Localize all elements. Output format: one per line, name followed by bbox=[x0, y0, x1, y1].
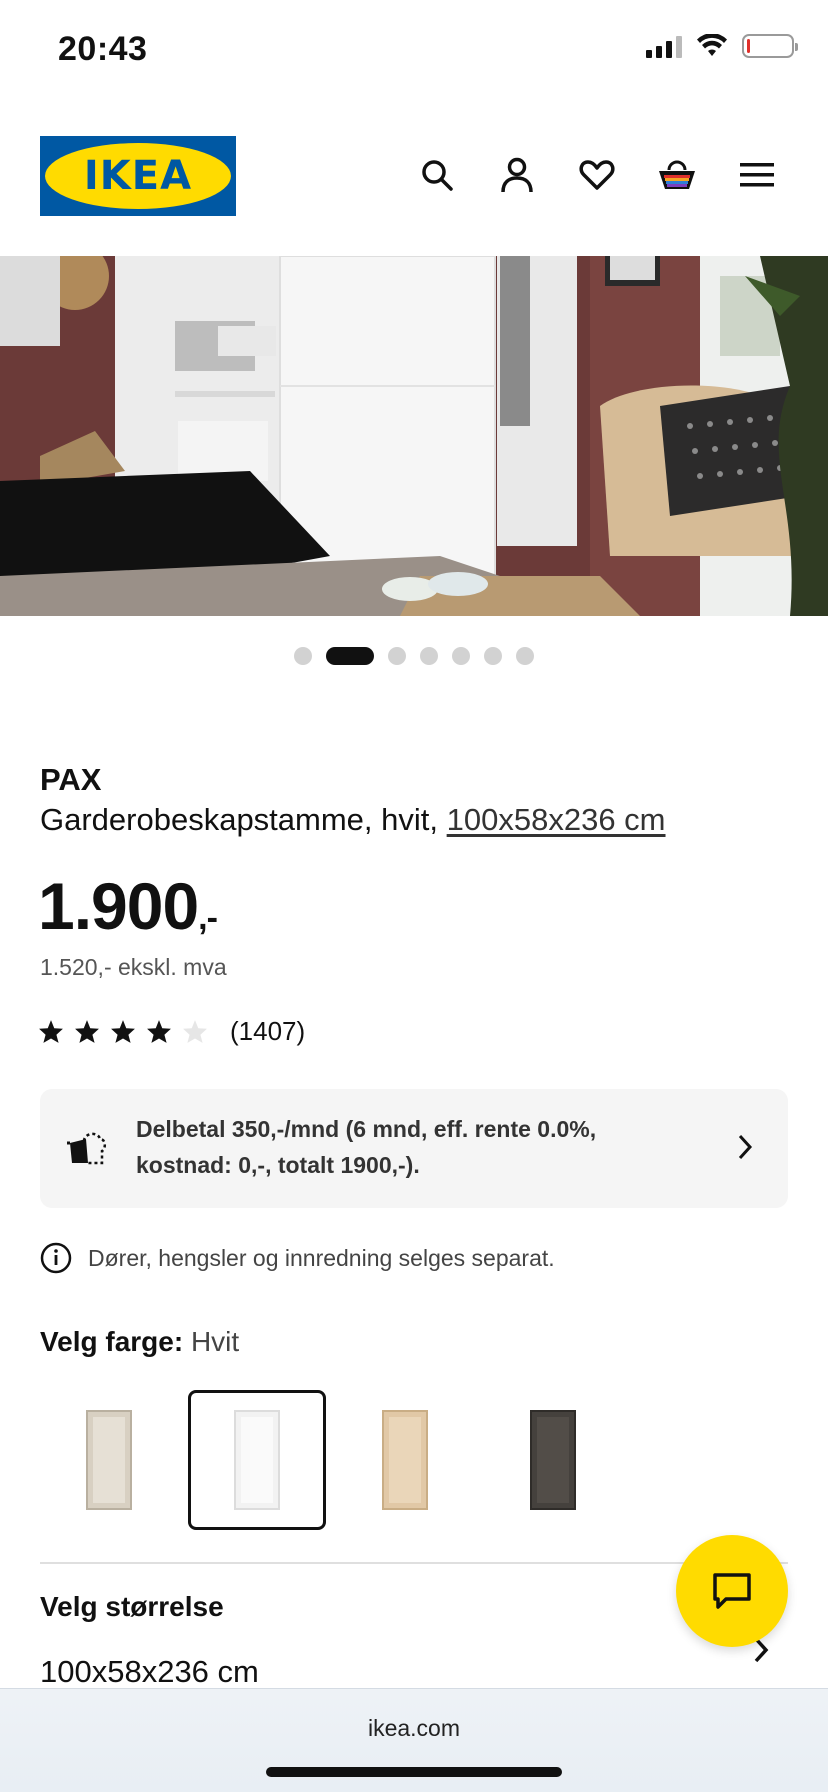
star-icon bbox=[75, 1020, 99, 1043]
wardrobe-thumbnail bbox=[382, 1410, 428, 1510]
star-icon bbox=[147, 1020, 171, 1043]
info-note: Dører, hengsler og innredning selges sep… bbox=[40, 1242, 555, 1274]
wifi-icon bbox=[697, 34, 727, 56]
product-description: Garderobeskapstamme, hvit, 100x58x236 cm bbox=[40, 802, 666, 838]
divider bbox=[40, 1562, 788, 1564]
carousel-dots bbox=[0, 647, 828, 665]
payment-icon bbox=[67, 1132, 106, 1165]
color-label-text: Velg farge: bbox=[40, 1326, 184, 1357]
rating-stars bbox=[38, 1019, 208, 1044]
color-swatches bbox=[40, 1390, 622, 1530]
carousel-dot-active[interactable] bbox=[326, 647, 374, 665]
signal-icon bbox=[646, 34, 682, 58]
home-indicator[interactable] bbox=[266, 1767, 562, 1777]
installment-text: Delbetal 350,-/mnd (6 mnd, eff. rente 0.… bbox=[136, 1116, 597, 1178]
price: 1.900,- bbox=[38, 868, 218, 944]
status-time: 20:43 bbox=[58, 30, 148, 68]
size-value[interactable]: 100x58x236 cm bbox=[40, 1654, 259, 1690]
account-icon[interactable] bbox=[494, 152, 540, 198]
status-icons bbox=[646, 34, 798, 58]
carousel-dot[interactable] bbox=[516, 647, 534, 665]
info-icon bbox=[40, 1242, 72, 1274]
browser-bar: ikea.com bbox=[0, 1688, 828, 1792]
carousel-dot[interactable] bbox=[294, 647, 312, 665]
color-swatch[interactable] bbox=[336, 1390, 474, 1530]
wardrobe-thumbnail bbox=[234, 1410, 280, 1510]
battery-level bbox=[747, 39, 750, 53]
price-suffix: ,- bbox=[198, 899, 218, 937]
carousel-dot[interactable] bbox=[484, 647, 502, 665]
size-label: Velg størrelse bbox=[40, 1591, 224, 1622]
ikea-logo[interactable]: IKEA bbox=[40, 136, 236, 216]
dimensions-link[interactable]: 100x58x236 cm bbox=[447, 802, 666, 837]
site-header: IKEA bbox=[0, 100, 828, 255]
price-main: 1.900 bbox=[38, 869, 199, 943]
cart-icon[interactable] bbox=[654, 152, 700, 198]
product-type: Garderobeskapstamme, hvit, bbox=[40, 802, 439, 837]
installment-offer[interactable]: Delbetal 350,-/mnd (6 mnd, eff. rente 0.… bbox=[40, 1089, 788, 1208]
wardrobe-thumbnail bbox=[86, 1410, 132, 1510]
star-icon bbox=[39, 1020, 63, 1043]
color-swatch[interactable] bbox=[40, 1390, 178, 1530]
carousel-dot[interactable] bbox=[420, 647, 438, 665]
color-label: Velg farge: Hvit bbox=[40, 1326, 239, 1358]
rating[interactable]: (1407) bbox=[38, 1016, 305, 1047]
review-count: (1407) bbox=[230, 1016, 306, 1046]
color-value: Hvit bbox=[190, 1326, 240, 1357]
status-bar: 20:43 bbox=[0, 0, 828, 100]
star-empty-icon bbox=[183, 1020, 207, 1043]
logo-text: IKEA bbox=[83, 153, 193, 199]
star-icon bbox=[111, 1020, 135, 1043]
battery-icon bbox=[742, 34, 798, 58]
chat-icon bbox=[713, 1573, 751, 1609]
product-image[interactable] bbox=[0, 256, 828, 616]
logo-ellipse: IKEA bbox=[45, 143, 231, 209]
chevron-right-icon bbox=[738, 1134, 753, 1160]
product-name: PAX bbox=[40, 762, 102, 797]
browser-url[interactable]: ikea.com bbox=[0, 1715, 828, 1742]
carousel-dot[interactable] bbox=[452, 647, 470, 665]
info-text: Dører, hengsler og innredning selges sep… bbox=[88, 1244, 555, 1271]
color-swatch-selected[interactable] bbox=[188, 1390, 326, 1530]
chat-button[interactable] bbox=[676, 1535, 788, 1647]
wardrobe-scene-illustration bbox=[0, 256, 828, 616]
search-icon[interactable] bbox=[414, 152, 460, 198]
price-excl-vat: 1.520,- ekskl. mva bbox=[40, 954, 227, 980]
menu-icon[interactable] bbox=[734, 152, 780, 198]
heart-icon[interactable] bbox=[574, 152, 620, 198]
header-icons bbox=[414, 152, 780, 198]
wardrobe-thumbnail bbox=[530, 1410, 576, 1510]
carousel-dot[interactable] bbox=[388, 647, 406, 665]
color-swatch[interactable] bbox=[484, 1390, 622, 1530]
